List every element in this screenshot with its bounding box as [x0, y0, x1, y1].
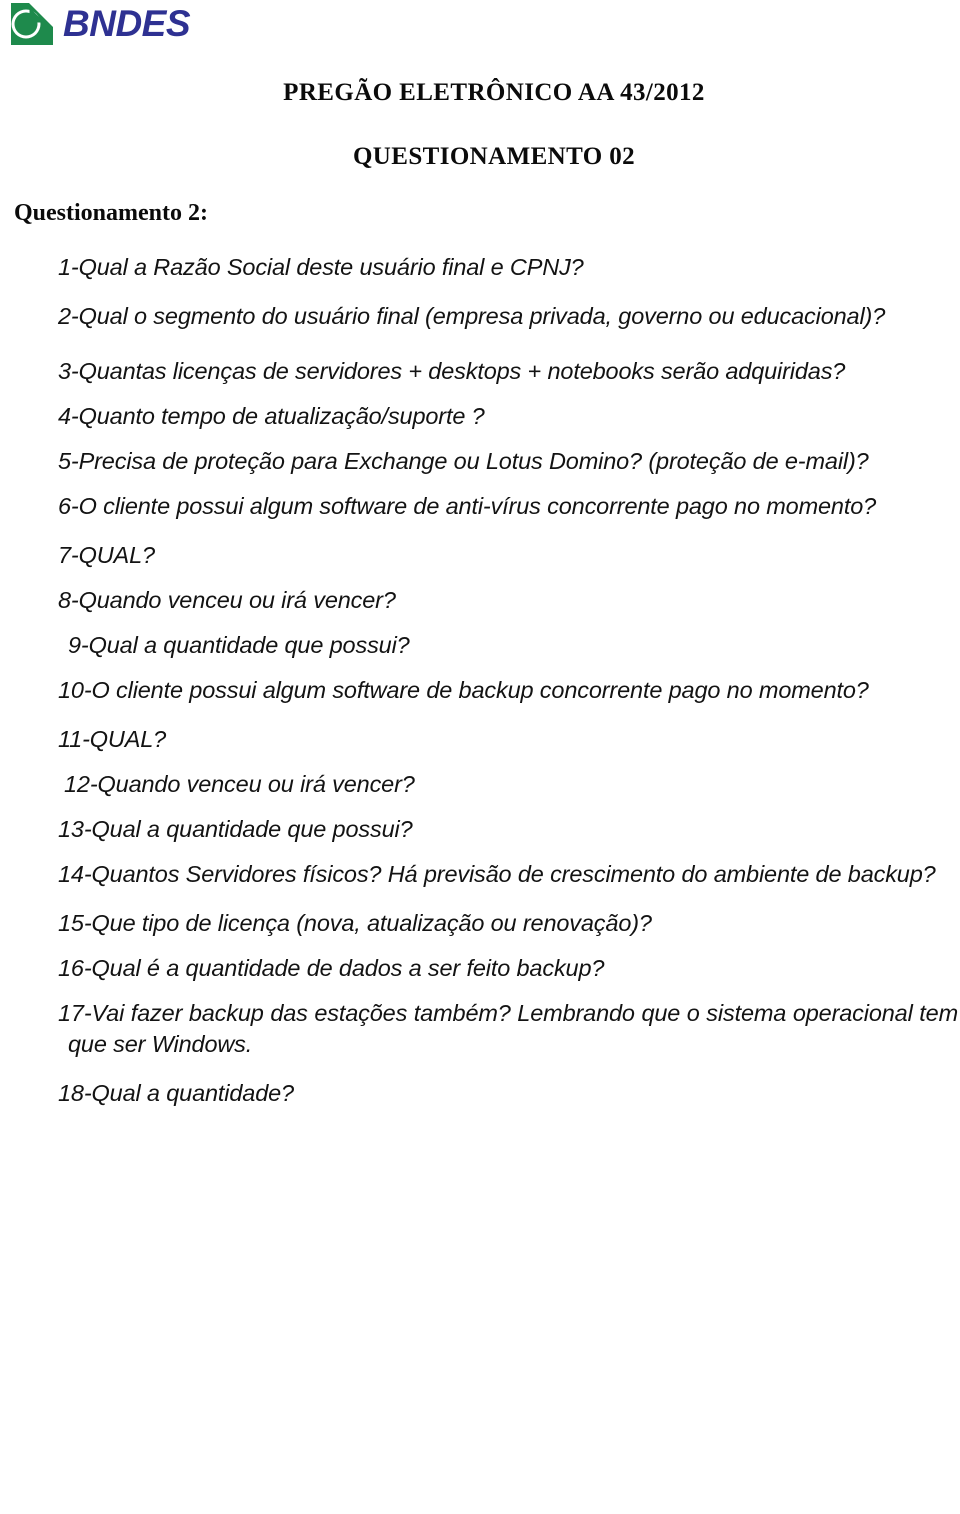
question-item: 3-Quantas licenças de servidores + deskt… [58, 358, 846, 385]
question-item: 12-Quando venceu ou irá vencer? [64, 771, 415, 798]
question-item: 5-Precisa de proteção para Exchange ou L… [58, 448, 869, 475]
bndes-logo-icon [11, 3, 53, 45]
question-item: 18-Qual a quantidade? [58, 1080, 294, 1107]
question-item: 6-O cliente possui algum software de ant… [58, 493, 877, 520]
question-item: 2-Qual o segmento do usuário final (empr… [58, 303, 886, 330]
document-header: BNDES [0, 0, 960, 62]
question-item: 16-Qual é a quantidade de dados a ser fe… [58, 955, 605, 982]
question-item: 4-Quanto tempo de atualização/suporte ? [58, 403, 485, 430]
question-item: 14-Quantos Servidores físicos? Há previs… [58, 861, 936, 888]
bndes-logo: BNDES [11, 3, 191, 45]
question-item: 1-Qual a Razão Social deste usuário fina… [58, 254, 584, 280]
section-heading: Questionamento 2: [14, 200, 208, 226]
page-title-primary: PREGÃO ELETRÔNICO AA 43/2012 [283, 79, 705, 106]
question-item: 15-Que tipo de licença (nova, atualizaçã… [58, 910, 652, 937]
question-item: 11-QUAL? [58, 726, 167, 753]
question-item: 13-Qual a quantidade que possui? [58, 816, 413, 843]
page-title-secondary: QUESTIONAMENTO 02 [352, 143, 636, 170]
question-item: 10-O cliente possui algum software de ba… [58, 677, 869, 704]
question-list: 1-Qual a Razão Social deste usuário fina… [58, 252, 958, 1123]
question-item: 17-Vai fazer backup das estações também?… [58, 1000, 958, 1058]
question-item: 7-QUAL? [58, 542, 155, 569]
bndes-wordmark: BNDES [63, 3, 191, 44]
question-item: 9-Qual a quantidade que possui? [68, 632, 410, 659]
question-item: 8-Quando venceu ou irá vencer? [58, 587, 396, 614]
document-page: BNDES PREGÃO ELETRÔNICO AA 43/2012 QUEST… [0, 0, 960, 1514]
